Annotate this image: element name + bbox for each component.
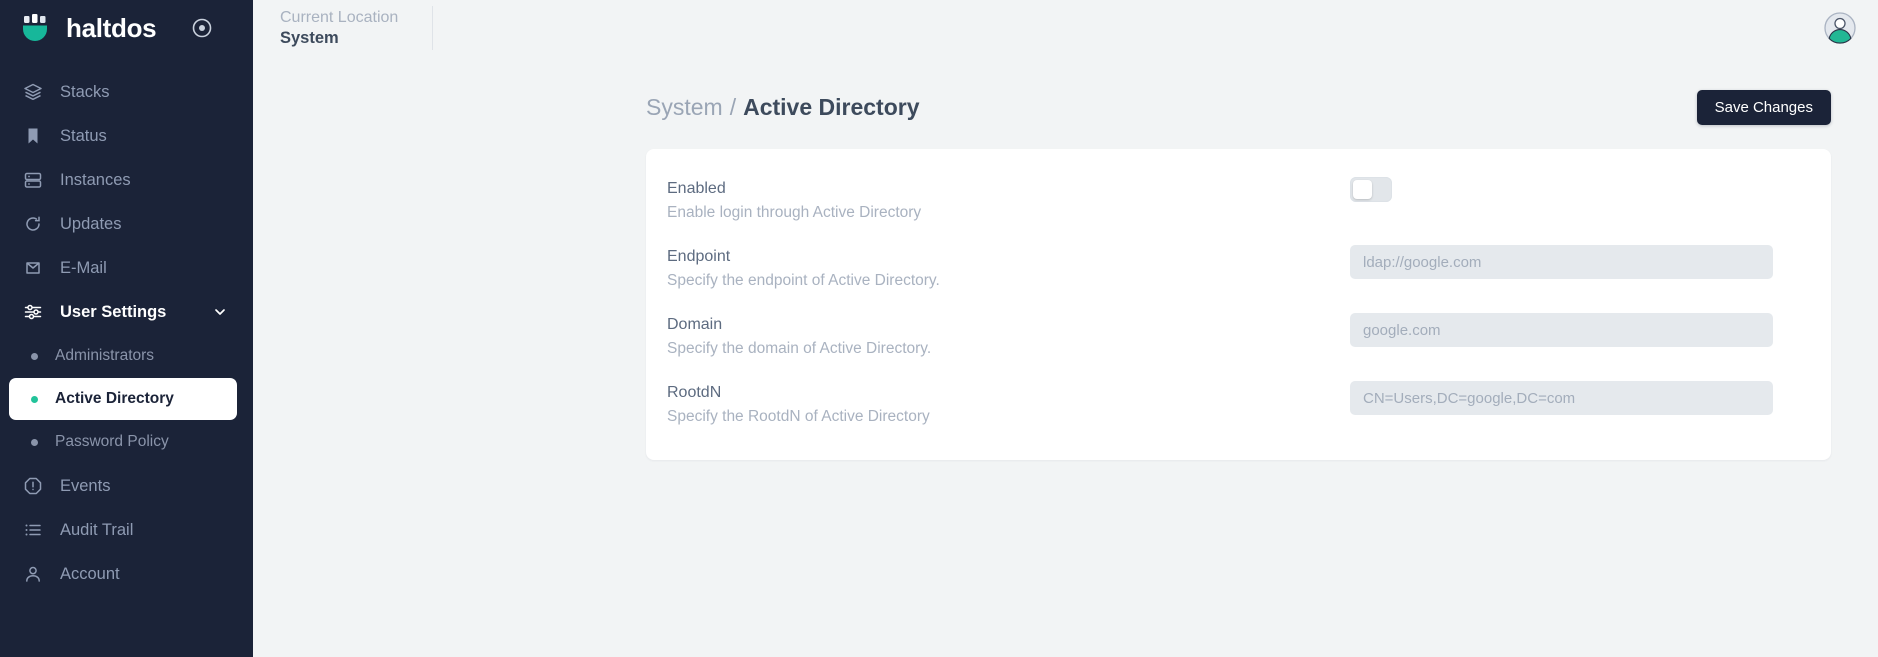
sidebar: haltdos Stacks Status Instances Updates … [0,0,253,657]
sidebar-item-label: Status [60,126,107,145]
sidebar-item-audit-trail[interactable]: Audit Trail [0,508,253,552]
setting-row-endpoint: Endpoint Specify the endpoint of Active … [646,243,1831,311]
sidebar-item-active-directory[interactable]: Active Directory [9,378,237,420]
setting-control [1350,243,1773,279]
sidebar-subitem-label: Active Directory [55,390,174,407]
bullet-icon [31,395,38,403]
sidebar-item-label: Events [60,476,111,495]
sidebar-item-password-policy[interactable]: Password Policy [9,421,237,463]
layers-icon [22,81,44,103]
breadcrumb-separator: / [729,93,737,120]
setting-labels: Enabled Enable login through Active Dire… [667,175,1350,224]
sidebar-item-user-settings[interactable]: User Settings [0,290,253,334]
setting-labels: Endpoint Specify the endpoint of Active … [667,243,1350,292]
app-root: haltdos Stacks Status Instances Updates … [0,0,1878,657]
setting-row-rootdn: RootdN Specify the RootdN of Active Dire… [646,379,1831,447]
sidebar-item-label: Updates [60,214,122,233]
page-content: System / Active Directory Save Changes E… [253,56,1878,657]
sidebar-item-administrators[interactable]: Administrators [9,335,237,377]
sidebar-item-status[interactable]: Status [0,114,253,158]
sidebar-item-label: Stacks [60,82,110,101]
setting-label: Endpoint [667,248,731,265]
sidebar-item-label: Account [60,564,120,583]
topbar: Current Location System [253,0,1878,56]
target-icon[interactable] [191,17,213,39]
bullet-icon [31,352,38,360]
sidebar-item-events[interactable]: Events [0,464,253,508]
user-avatar-icon[interactable] [1820,8,1860,48]
page-title: Active Directory [743,93,920,120]
sidebar-nav: Stacks Status Instances Updates E-Mail U… [0,56,253,596]
enabled-toggle[interactable] [1350,177,1392,202]
setting-row-domain: Domain Specify the domain of Active Dire… [646,311,1831,379]
setting-description: Enable login through Active Directory [667,204,922,221]
bookmark-icon [22,125,44,147]
setting-control [1350,311,1773,347]
current-location-block: Current Location System [280,8,432,49]
bullet-icon [31,438,38,446]
sidebar-item-label: E-Mail [60,258,107,277]
rootdn-input[interactable] [1350,381,1773,415]
setting-label: RootdN [667,384,722,401]
setting-control [1350,379,1773,415]
haltdos-logo-icon [19,11,53,45]
current-location-value: System [280,28,339,47]
brand-header: haltdos [0,0,253,56]
sidebar-item-label: Audit Trail [60,520,134,539]
main-area: Current Location System System / Active … [253,0,1878,657]
refresh-icon [22,213,44,235]
sidebar-item-instances[interactable]: Instances [0,158,253,202]
user-icon [22,563,44,585]
domain-input[interactable] [1350,313,1773,347]
setting-labels: Domain Specify the domain of Active Dire… [667,311,1350,360]
breadcrumb-parent[interactable]: System [646,94,723,121]
sidebar-subitem-label: Administrators [55,347,155,364]
sidebar-subitem-label: Password Policy [55,433,169,450]
setting-description: Specify the domain of Active Directory. [667,340,932,357]
setting-description: Specify the endpoint of Active Directory… [667,272,940,289]
sidebar-item-updates[interactable]: Updates [0,202,253,246]
chevron-down-icon[interactable] [213,305,227,319]
current-location-label: Current Location [280,8,399,26]
envelope-icon [22,257,44,279]
endpoint-input[interactable] [1350,245,1773,279]
setting-description: Specify the RootdN of Active Directory [667,408,930,425]
sliders-icon [22,301,44,323]
alert-octagon-icon [22,475,44,497]
topbar-divider [432,6,434,50]
sidebar-item-stacks[interactable]: Stacks [0,70,253,114]
setting-row-enabled: Enabled Enable login through Active Dire… [646,175,1831,243]
server-icon [22,169,44,191]
breadcrumb: System / Active Directory Save Changes [646,88,1831,126]
setting-label: Domain [667,316,723,333]
setting-labels: RootdN Specify the RootdN of Active Dire… [667,379,1350,428]
sidebar-item-label: Instances [60,170,131,189]
sidebar-item-email[interactable]: E-Mail [0,246,253,290]
setting-label: Enabled [667,180,726,197]
brand-name: haltdos [66,13,157,43]
active-directory-settings-card: Enabled Enable login through Active Dire… [646,149,1831,460]
list-icon [22,519,44,541]
toggle-knob [1353,180,1372,199]
sidebar-item-label: User Settings [60,302,167,321]
setting-control [1350,175,1773,202]
save-changes-button[interactable]: Save Changes [1696,89,1831,125]
sidebar-item-account[interactable]: Account [0,552,253,596]
